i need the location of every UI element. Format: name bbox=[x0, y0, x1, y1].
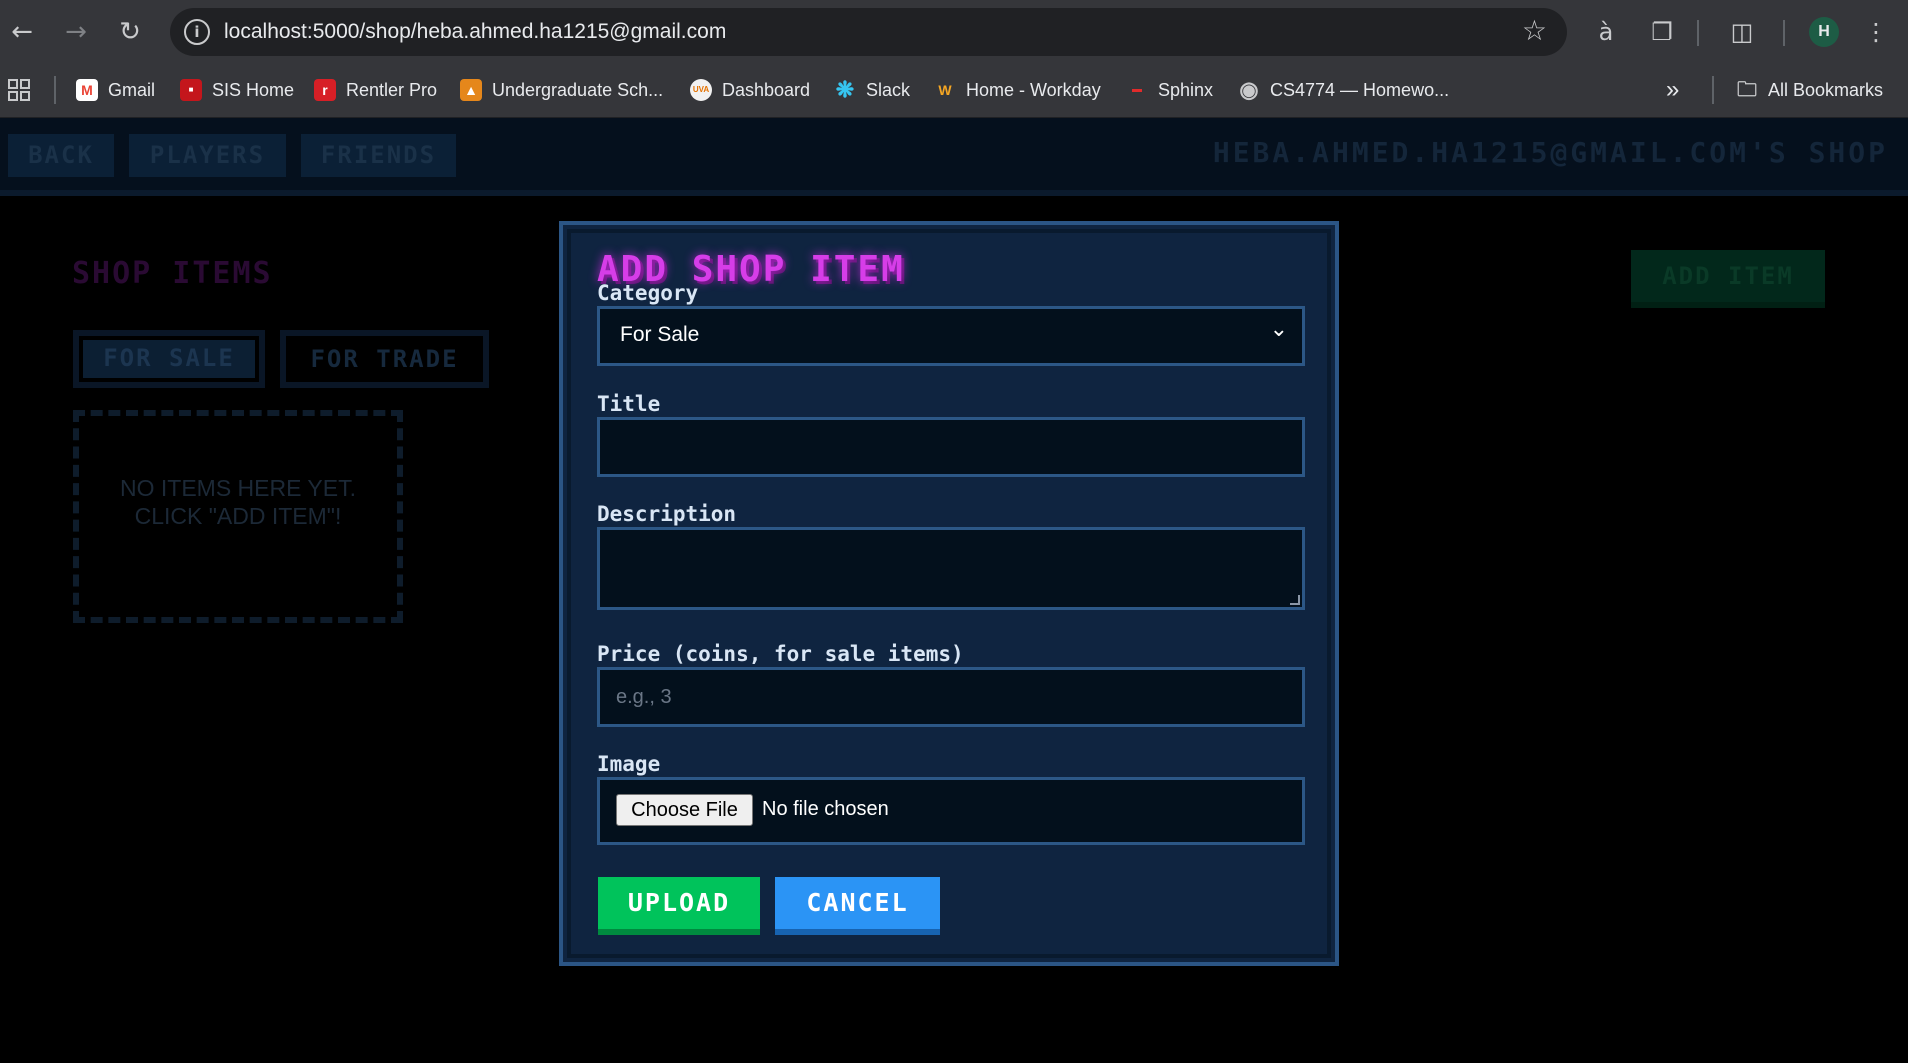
image-label: Image bbox=[597, 752, 661, 776]
profile-avatar[interactable]: H bbox=[1809, 17, 1839, 47]
bookmark-cs4774[interactable]: ◉ CS4774 — Homewo... bbox=[1238, 75, 1449, 105]
bookmark-label: Rentler Pro bbox=[346, 79, 438, 100]
tab-for-sale-label: FOR SALE bbox=[83, 340, 255, 378]
bookmark-label: Sphinx bbox=[1158, 79, 1214, 100]
browser-toolbar: ← → ↻ i localhost:5000/shop/heba.ahmed.h… bbox=[0, 0, 1908, 63]
bookmark-label: Gmail bbox=[108, 79, 156, 100]
upload-button[interactable]: UPLOAD bbox=[598, 877, 760, 935]
players-button[interactable]: PLAYERS bbox=[129, 134, 286, 177]
bookmark-label: Home - Workday bbox=[966, 79, 1101, 100]
rentler-icon: r bbox=[314, 79, 336, 101]
uva-icon: UVA bbox=[690, 79, 712, 101]
toolbar-divider bbox=[1697, 20, 1699, 46]
image-file-input[interactable]: Choose File No file chosen bbox=[597, 777, 1305, 845]
forward-arrow-icon[interactable]: → bbox=[56, 12, 96, 52]
bookmark-label: Slack bbox=[866, 79, 911, 100]
translate-icon[interactable]: à bbox=[1588, 14, 1624, 50]
empty-items-message: NO ITEMS HERE YET. CLICK "ADD ITEM"! bbox=[73, 410, 403, 623]
all-bookmarks-folder[interactable]: 🗀 All Bookmarks bbox=[1736, 75, 1883, 105]
bookmark-gmail[interactable]: M Gmail bbox=[76, 75, 155, 105]
cancel-button[interactable]: CANCEL bbox=[775, 877, 940, 935]
sis-icon: ■ bbox=[180, 79, 202, 101]
no-file-chosen-text: No file chosen bbox=[762, 798, 889, 820]
bookmarks-divider bbox=[1712, 76, 1714, 104]
school-icon: ▲ bbox=[460, 79, 482, 101]
tab-for-trade[interactable]: FOR TRADE bbox=[280, 330, 489, 388]
site-info-icon[interactable]: i bbox=[184, 19, 210, 45]
description-textarea[interactable] bbox=[597, 527, 1305, 610]
price-placeholder: e.g., 3 bbox=[616, 686, 672, 708]
bookmarks-bar: M Gmail ■ SIS Home r Rentler Pro ▲ Under… bbox=[0, 63, 1908, 118]
price-input[interactable]: e.g., 3 bbox=[597, 667, 1305, 727]
title-label: Title bbox=[597, 392, 661, 416]
add-item-button[interactable]: ADD ITEM bbox=[1631, 250, 1825, 308]
price-label: Price (coins, for sale items) bbox=[597, 642, 964, 666]
back-arrow-icon[interactable]: ← bbox=[2, 12, 42, 52]
bookmark-star-icon[interactable]: ☆ bbox=[1522, 14, 1547, 47]
gmail-icon: M bbox=[76, 79, 98, 101]
cast-search-icon[interactable]: ◫ bbox=[1724, 14, 1760, 50]
category-select[interactable]: For Sale ⌄ bbox=[597, 306, 1305, 366]
description-label: Description bbox=[597, 502, 737, 526]
bookmark-label: SIS Home bbox=[212, 79, 295, 100]
sphinx-icon: ▬ bbox=[1132, 84, 1142, 95]
choose-file-button[interactable]: Choose File bbox=[616, 794, 753, 826]
category-selected-value: For Sale bbox=[620, 323, 700, 346]
shop-items-heading: SHOP ITEMS bbox=[72, 256, 273, 291]
bookmark-label: Undergraduate Sch... bbox=[492, 79, 664, 100]
apps-grid-icon[interactable] bbox=[8, 75, 30, 105]
shop-page: BACK PLAYERS FRIENDS HEBA.AHMED.HA1215@G… bbox=[0, 118, 1908, 1063]
resize-handle-icon[interactable] bbox=[1290, 595, 1300, 605]
add-shop-item-modal: ADD SHOP ITEM Category For Sale ⌄ Title … bbox=[559, 221, 1339, 966]
address-bar[interactable]: i localhost:5000/shop/heba.ahmed.ha1215@… bbox=[170, 8, 1567, 56]
bookmark-undergraduate[interactable]: ▲ Undergraduate Sch... bbox=[460, 75, 663, 105]
bookmark-label: CS4774 — Homewo... bbox=[1270, 79, 1450, 100]
shop-owner-title: HEBA.AHMED.HA1215@GMAIL.COM'S SHOP bbox=[1212, 136, 1888, 169]
bookmark-dashboard[interactable]: UVA Dashboard bbox=[690, 75, 810, 105]
app-header: BACK PLAYERS FRIENDS HEBA.AHMED.HA1215@G… bbox=[0, 118, 1908, 196]
bookmarks-divider bbox=[54, 76, 56, 104]
kebab-menu-icon[interactable]: ⋮ bbox=[1858, 14, 1894, 50]
workday-icon: W bbox=[938, 82, 952, 98]
bookmark-rentler-pro[interactable]: r Rentler Pro bbox=[314, 75, 437, 105]
more-bookmarks-chevron-icon[interactable]: » bbox=[1666, 75, 1679, 105]
chevron-down-icon: ⌄ bbox=[1269, 317, 1288, 342]
bookmark-workday[interactable]: W Home - Workday bbox=[934, 75, 1101, 105]
bookmark-sis-home[interactable]: ■ SIS Home bbox=[180, 75, 294, 105]
toolbar-divider bbox=[1783, 20, 1785, 46]
title-input[interactable] bbox=[597, 417, 1305, 477]
slack-icon: ❋ bbox=[835, 77, 855, 102]
tab-for-sale[interactable]: FOR SALE bbox=[73, 330, 265, 388]
reload-icon[interactable]: ↻ bbox=[110, 12, 150, 52]
back-button[interactable]: BACK bbox=[8, 134, 114, 177]
friends-button[interactable]: FRIENDS bbox=[301, 134, 456, 177]
folder-icon: 🗀 bbox=[1737, 79, 1757, 101]
category-label: Category bbox=[597, 281, 699, 305]
bookmark-slack[interactable]: ❋ Slack bbox=[834, 75, 910, 105]
url-text[interactable]: localhost:5000/shop/heba.ahmed.ha1215@gm… bbox=[224, 20, 726, 44]
globe-icon: ◉ bbox=[1239, 77, 1259, 102]
all-bookmarks-label: All Bookmarks bbox=[1768, 79, 1884, 100]
bookmark-label: Dashboard bbox=[722, 79, 811, 100]
extensions-icon[interactable]: ❐ bbox=[1644, 14, 1680, 50]
bookmark-sphinx[interactable]: ▬ Sphinx bbox=[1126, 75, 1213, 105]
